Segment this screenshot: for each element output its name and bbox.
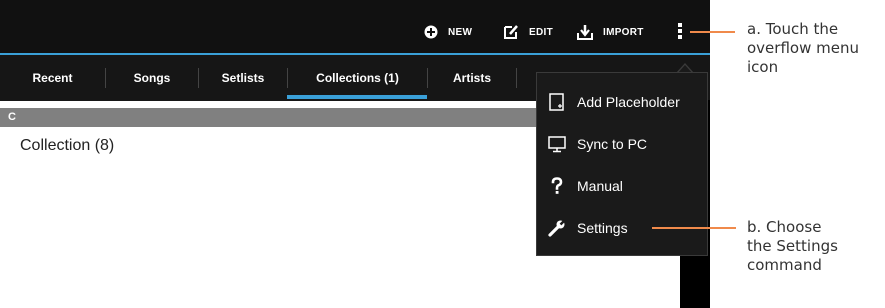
- menu-item-label: Settings: [577, 220, 628, 236]
- tab-setlists[interactable]: Setlists: [199, 55, 287, 101]
- tab-divider: [516, 68, 517, 88]
- menu-item-label: Add Placeholder: [577, 94, 680, 110]
- menu-item-sync-to-pc[interactable]: Sync to PC: [537, 123, 709, 165]
- monitor-icon: [547, 134, 567, 154]
- tab-recent[interactable]: Recent: [0, 55, 105, 101]
- list-item[interactable]: Collection (8): [20, 137, 114, 155]
- action-bar: NEW EDIT IMPORT: [0, 0, 710, 54]
- callout-line-a: [690, 31, 735, 33]
- menu-item-manual[interactable]: Manual: [537, 165, 709, 207]
- edit-button[interactable]: EDIT: [503, 22, 553, 42]
- add-circle-icon: [424, 25, 438, 39]
- menu-item-label: Sync to PC: [577, 136, 648, 152]
- menu-item-add-placeholder[interactable]: Add Placeholder: [537, 81, 709, 123]
- question-icon: [547, 176, 567, 196]
- callout-b: b. Choose the Settings command: [747, 218, 838, 275]
- overflow-menu-icon[interactable]: [676, 21, 684, 43]
- import-icon: [577, 25, 593, 40]
- active-tab-indicator: [287, 95, 427, 99]
- callout-line-b: [652, 227, 736, 229]
- placeholder-icon: [547, 92, 567, 112]
- tab-songs[interactable]: Songs: [106, 55, 198, 101]
- callout-b-line-2: the Settings: [747, 237, 838, 255]
- new-button[interactable]: NEW: [424, 22, 472, 42]
- callout-a: a. Touch the overflow menu icon: [747, 20, 859, 77]
- callout-b-line-3: command: [747, 256, 822, 274]
- callout-a-line-2: overflow menu: [747, 39, 859, 57]
- edit-label: EDIT: [529, 26, 553, 38]
- app-window: NEW EDIT IMPORT Recent Songs Setlists Co…: [0, 0, 710, 308]
- wrench-icon: [547, 218, 567, 238]
- callout-a-line-3: icon: [747, 58, 779, 76]
- import-label: IMPORT: [603, 26, 644, 38]
- callout-b-line-1: b. Choose: [747, 218, 822, 236]
- import-button[interactable]: IMPORT: [577, 22, 644, 42]
- new-label: NEW: [448, 26, 473, 38]
- menu-item-label: Manual: [577, 178, 623, 194]
- callout-a-line-1: a. Touch the: [747, 20, 839, 38]
- edit-icon: [504, 25, 518, 39]
- tab-artists[interactable]: Artists: [428, 55, 516, 101]
